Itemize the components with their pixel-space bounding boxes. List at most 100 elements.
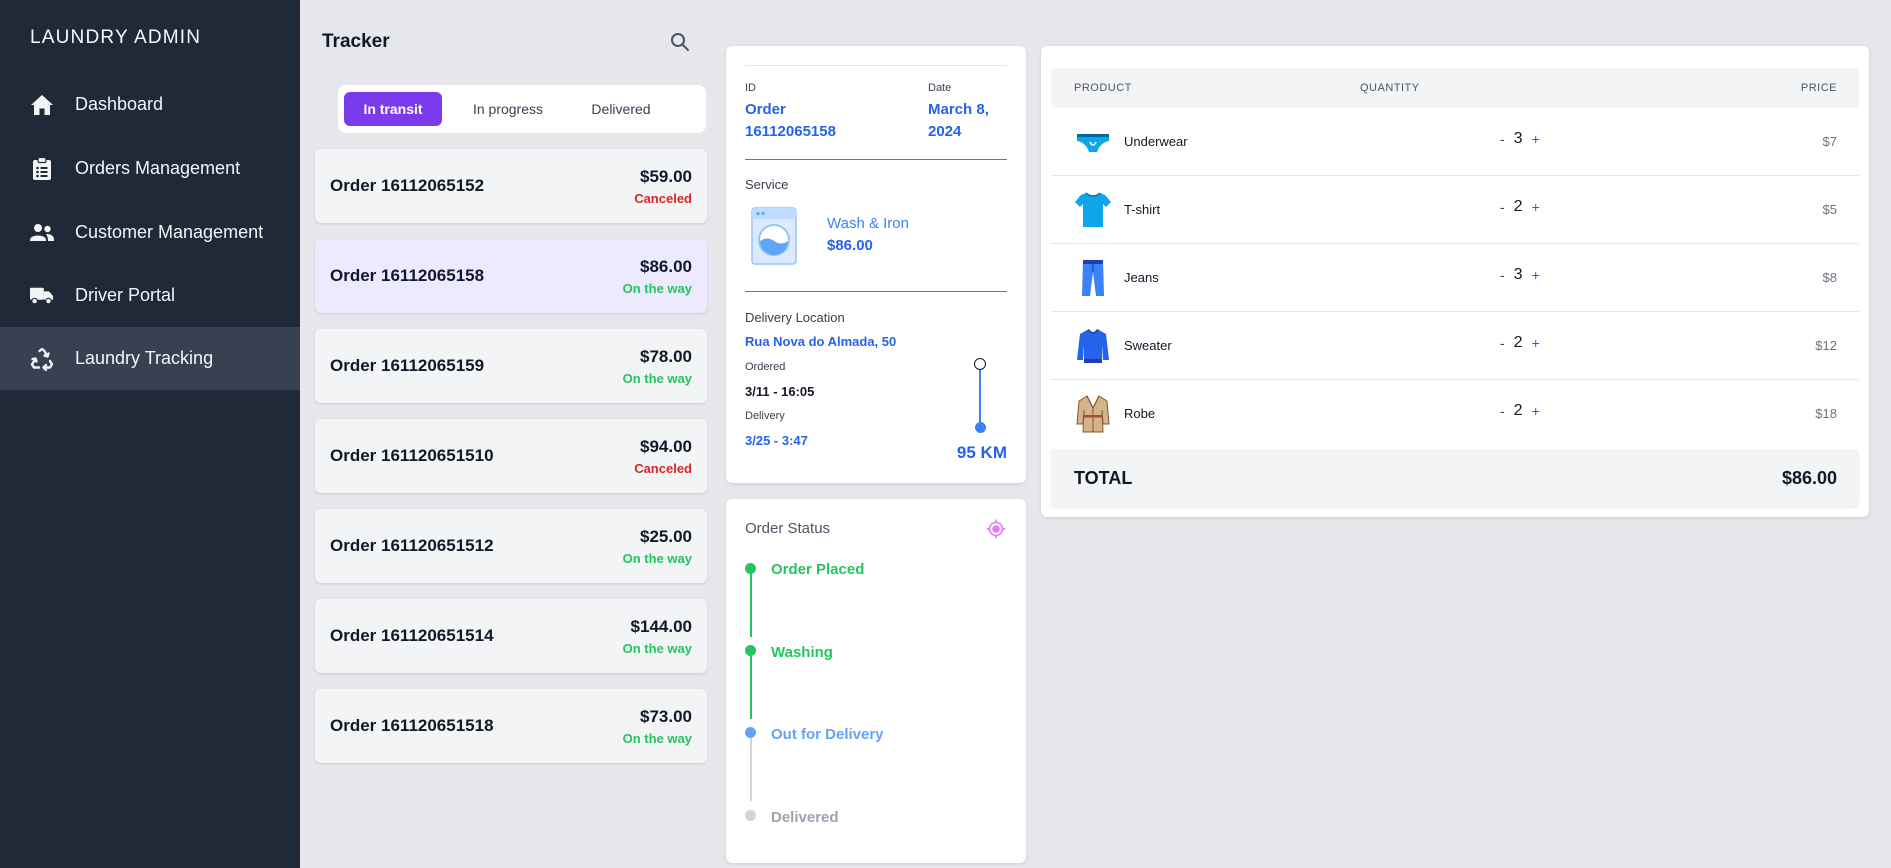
- table-row: T-shirt - 2 + $5: [1051, 176, 1859, 244]
- product-price: $12: [1815, 338, 1837, 353]
- search-icon[interactable]: [668, 30, 692, 54]
- delivery-address: Rua Nova do Almada, 50: [745, 334, 897, 349]
- status-tabs: In transit In progress Delivered: [338, 85, 706, 133]
- order-card[interactable]: Order 16112065152 $59.00 Canceled: [315, 149, 707, 223]
- product-name: Jeans: [1124, 270, 1159, 285]
- order-card[interactable]: Order 16112065159 $78.00 On the way: [315, 329, 707, 403]
- increase-button[interactable]: +: [1532, 335, 1540, 351]
- service-label: Service: [745, 177, 789, 192]
- decrease-button[interactable]: -: [1500, 131, 1505, 147]
- sidebar-item-dashboard[interactable]: Dashboard: [0, 73, 300, 136]
- quantity-value: 3: [1513, 266, 1523, 283]
- order-date-line1: March 8,: [928, 101, 989, 118]
- service-name: Wash & Iron: [827, 215, 909, 232]
- header-quantity: QUANTITY: [1360, 82, 1420, 94]
- decrease-button[interactable]: -: [1500, 199, 1505, 215]
- jeans-icon: [1073, 258, 1113, 298]
- order-status: On the way: [622, 641, 692, 656]
- quantity-stepper: - 2 +: [1500, 334, 1540, 352]
- ordered-label: Ordered: [745, 361, 786, 373]
- quantity-value: 2: [1513, 334, 1523, 351]
- order-price: $73.00: [640, 707, 692, 726]
- increase-button[interactable]: +: [1532, 131, 1540, 147]
- decrease-button[interactable]: -: [1500, 267, 1505, 283]
- tab-delivered[interactable]: Delivered: [568, 92, 674, 126]
- route-start-marker: [974, 358, 986, 370]
- order-card[interactable]: Order 16112065158 $86.00 On the way: [315, 239, 707, 313]
- quantity-value: 3: [1513, 130, 1523, 147]
- order-card[interactable]: Order 161120651510 $94.00 Canceled: [315, 419, 707, 493]
- order-card[interactable]: Order 161120651512 $25.00 On the way: [315, 509, 707, 583]
- quantity-value: 2: [1513, 402, 1523, 419]
- clipboard-icon: [30, 156, 54, 181]
- order-status: On the way: [622, 281, 692, 296]
- order-price: $94.00: [640, 437, 692, 456]
- quantity-stepper: - 3 +: [1500, 130, 1540, 148]
- order-status: Canceled: [634, 461, 692, 476]
- order-card[interactable]: Order 161120651518 $73.00 On the way: [315, 689, 707, 763]
- step-out-for-delivery: Out for Delivery: [771, 726, 884, 743]
- quantity-stepper: - 2 +: [1500, 402, 1540, 420]
- step-dot-current: [745, 727, 756, 738]
- order-price: $78.00: [640, 347, 692, 366]
- order-status-card: Order Status Order Placed Washing Out fo…: [726, 499, 1026, 863]
- products-table-header: PRODUCT QUANTITY PRICE: [1051, 68, 1859, 108]
- tab-in-transit[interactable]: In transit: [344, 92, 442, 126]
- home-icon: [30, 93, 54, 117]
- increase-button[interactable]: +: [1532, 267, 1540, 283]
- truck-icon: [30, 284, 54, 308]
- step-dot-done: [745, 563, 756, 574]
- quantity-stepper: - 2 +: [1500, 198, 1540, 216]
- sidebar-item-label: Dashboard: [75, 94, 164, 114]
- product-price: $5: [1822, 202, 1837, 217]
- sidebar-item-laundry-tracking[interactable]: Laundry Tracking: [0, 327, 300, 390]
- tshirt-icon: [1073, 190, 1113, 230]
- step-delivered: Delivered: [771, 809, 839, 826]
- order-status-title: Order Status: [745, 520, 831, 537]
- step-dot-pending: [745, 810, 756, 821]
- washing-machine-icon: [751, 207, 797, 265]
- table-row: Jeans - 3 + $8: [1051, 244, 1859, 312]
- quantity-value: 2: [1513, 198, 1523, 215]
- sidebar-item-drivers[interactable]: Driver Portal: [0, 264, 300, 327]
- sidebar-item-label: Laundry Tracking: [75, 348, 214, 368]
- order-name: Order 16112065159: [330, 356, 485, 375]
- order-name: Order 161120651514: [330, 626, 494, 645]
- sidebar-item-label: Orders Management: [75, 158, 241, 178]
- sidebar-item-customers[interactable]: Customer Management: [0, 201, 300, 264]
- step-connector: [750, 656, 752, 719]
- increase-button[interactable]: +: [1532, 199, 1540, 215]
- sidebar-item-orders[interactable]: Orders Management: [0, 137, 300, 200]
- order-price: $59.00: [640, 167, 692, 186]
- divider: [745, 65, 1007, 66]
- order-name: Order 16112065152: [330, 176, 485, 195]
- step-connector: [750, 574, 752, 637]
- step-connector: [750, 738, 752, 801]
- order-id-line2: 16112065158: [745, 123, 836, 140]
- product-name: Underwear: [1124, 134, 1188, 149]
- order-card[interactable]: Order 161120651514 $144.00 On the way: [315, 599, 707, 673]
- sidebar-item-label: Driver Portal: [75, 285, 176, 305]
- header-price: PRICE: [1800, 82, 1837, 94]
- product-name: Sweater: [1124, 338, 1172, 353]
- product-price: $7: [1822, 134, 1837, 149]
- tracker-title: Tracker: [322, 31, 390, 52]
- decrease-button[interactable]: -: [1500, 335, 1505, 351]
- order-name: Order 161120651518: [330, 716, 494, 735]
- underwear-icon: [1073, 122, 1113, 162]
- order-price: $86.00: [640, 257, 692, 276]
- distance: 95 KM: [956, 443, 1007, 462]
- order-name: Order 161120651512: [330, 536, 494, 555]
- step-order-placed: Order Placed: [771, 561, 865, 578]
- decrease-button[interactable]: -: [1500, 403, 1505, 419]
- increase-button[interactable]: +: [1532, 403, 1540, 419]
- tab-in-progress[interactable]: In progress: [452, 92, 564, 126]
- divider: [745, 159, 1007, 160]
- table-row: Robe - 2 + $18: [1051, 380, 1859, 448]
- route-end-marker: [975, 422, 986, 433]
- order-name: Order 161120651510: [330, 446, 494, 465]
- route-line: [979, 370, 981, 422]
- recycle-icon: [30, 347, 54, 371]
- location-target-icon[interactable]: [986, 519, 1006, 539]
- quantity-stepper: - 3 +: [1500, 266, 1540, 284]
